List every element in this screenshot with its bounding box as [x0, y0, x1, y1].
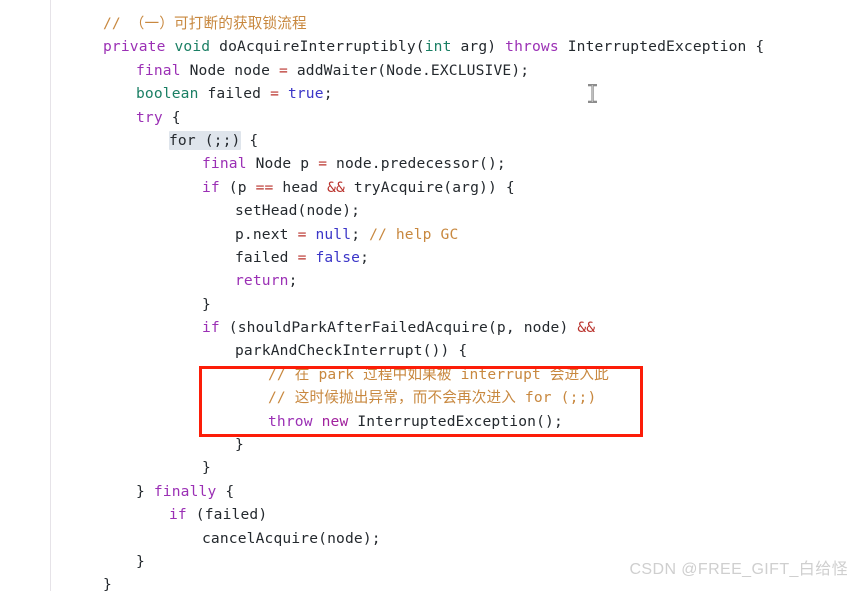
- code-token: Node p: [246, 155, 319, 173]
- code-line[interactable]: // （一）可打断的获取锁流程: [0, 12, 864, 35]
- code-token: arg): [451, 38, 506, 56]
- code-line[interactable]: for (;;) {: [0, 129, 864, 152]
- code-line[interactable]: throw new InterruptedException();: [0, 410, 864, 433]
- code-line[interactable]: if (failed): [0, 503, 864, 526]
- code-token: }: [235, 436, 244, 454]
- code-token: try: [136, 108, 163, 126]
- code-token: }: [136, 482, 154, 500]
- code-line[interactable]: // 这时候抛出异常，而不会再次进入 for (;;): [0, 386, 864, 409]
- code-line[interactable]: final Node p = node.predecessor();: [0, 152, 864, 175]
- highlighted-token: for (;;): [169, 130, 241, 150]
- code-line[interactable]: cancelAcquire(node);: [0, 527, 864, 550]
- code-token: ;: [323, 85, 333, 103]
- csdn-watermark: CSDN @FREE_GIFT_白给怪: [629, 561, 848, 578]
- code-token: parkAndCheckInterrupt()) {: [235, 342, 468, 360]
- code-token: =: [279, 61, 288, 79]
- code-token: =: [270, 85, 279, 103]
- code-token: {: [240, 131, 259, 149]
- code-token: InterruptedException {: [558, 38, 765, 56]
- code-token: Node node: [180, 61, 279, 79]
- code-token: // 在 park 过程中如果被 interrupt 会进入此: [268, 365, 609, 383]
- code-token: (p: [219, 178, 256, 196]
- code-token: if: [202, 178, 220, 196]
- code-line[interactable]: final Node node = addWaiter(Node.EXCLUSI…: [0, 59, 864, 82]
- code-token: =: [318, 155, 328, 173]
- code-token: finally: [153, 482, 217, 500]
- code-line[interactable]: private void doAcquireInterruptibly(int …: [0, 35, 864, 58]
- code-token: if: [169, 506, 187, 524]
- code-line[interactable]: }: [0, 456, 864, 479]
- code-token: int: [424, 38, 452, 56]
- code-token: =: [297, 225, 307, 243]
- code-line[interactable]: failed = false;: [0, 246, 864, 269]
- code-token: &&: [577, 319, 596, 337]
- text-ibeam-cursor-icon: [587, 84, 598, 103]
- code-token: ==: [255, 178, 274, 196]
- code-token: head: [273, 178, 328, 196]
- code-line[interactable]: boolean failed = true;: [0, 82, 864, 105]
- code-token: // 这时候抛出异常，而不会再次进入 for (;;): [268, 389, 597, 407]
- code-token: doAcquireInterruptibly(: [210, 38, 425, 56]
- code-token: // （一）可打断的获取锁流程: [103, 15, 307, 32]
- code-token: =: [297, 248, 307, 266]
- code-line[interactable]: p.next = null; // help GC: [0, 223, 864, 246]
- code-token: throws: [505, 38, 559, 56]
- code-token: final: [136, 61, 181, 79]
- code-token: boolean: [136, 85, 199, 103]
- code-token: }: [202, 295, 211, 313]
- code-token: private: [103, 38, 166, 56]
- code-line[interactable]: return;: [0, 269, 864, 292]
- code-token: if: [202, 319, 220, 337]
- code-screenshot: // （一）可打断的获取锁流程 private void doAcquireInt…: [0, 0, 864, 593]
- code-token: failed: [235, 248, 298, 266]
- code-token: node.predecessor();: [327, 155, 506, 173]
- code-token: throw: [268, 412, 313, 430]
- code-token: p.next: [235, 225, 298, 243]
- code-token: tryAcquire(arg)) {: [345, 178, 515, 196]
- code-token: failed: [198, 85, 271, 103]
- code-line[interactable]: if (p == head && tryAcquire(arg)) {: [0, 176, 864, 199]
- code-token: &&: [327, 178, 345, 196]
- code-token: void: [174, 38, 211, 56]
- code-token: ;: [360, 248, 370, 266]
- code-token: }: [202, 459, 211, 477]
- code-token: ;: [351, 225, 370, 243]
- code-token: // help GC: [369, 225, 459, 243]
- code-token: null: [315, 225, 352, 243]
- code-token: {: [216, 482, 235, 500]
- code-line[interactable]: parkAndCheckInterrupt()) {: [0, 339, 864, 362]
- code-token: addWaiter(Node.EXCLUSIVE);: [287, 61, 530, 79]
- code-line[interactable]: setHead(node);: [0, 199, 864, 222]
- code-token: return: [235, 272, 289, 290]
- code-line[interactable]: }: [0, 433, 864, 456]
- code-token: InterruptedException();: [348, 412, 563, 430]
- code-token: {: [162, 108, 181, 126]
- code-line[interactable]: try {: [0, 106, 864, 129]
- code-editor-content[interactable]: // （一）可打断的获取锁流程 private void doAcquireInt…: [0, 0, 864, 597]
- code-token: final: [202, 155, 247, 173]
- code-line[interactable]: } finally {: [0, 480, 864, 503]
- code-token: new: [321, 412, 349, 430]
- code-token: setHead(node);: [235, 202, 361, 220]
- code-token: (failed): [186, 506, 268, 524]
- code-line[interactable]: }: [0, 293, 864, 316]
- code-token: ;: [288, 272, 298, 290]
- code-token: (shouldParkAfterFailedAcquire(p, node): [219, 319, 578, 337]
- code-token: cancelAcquire(node);: [202, 529, 381, 547]
- code-token: false: [315, 248, 361, 266]
- code-token: }: [136, 552, 145, 570]
- code-token: true: [287, 85, 324, 103]
- code-line[interactable]: if (shouldParkAfterFailedAcquire(p, node…: [0, 316, 864, 339]
- code-line[interactable]: // 在 park 过程中如果被 interrupt 会进入此: [0, 363, 864, 386]
